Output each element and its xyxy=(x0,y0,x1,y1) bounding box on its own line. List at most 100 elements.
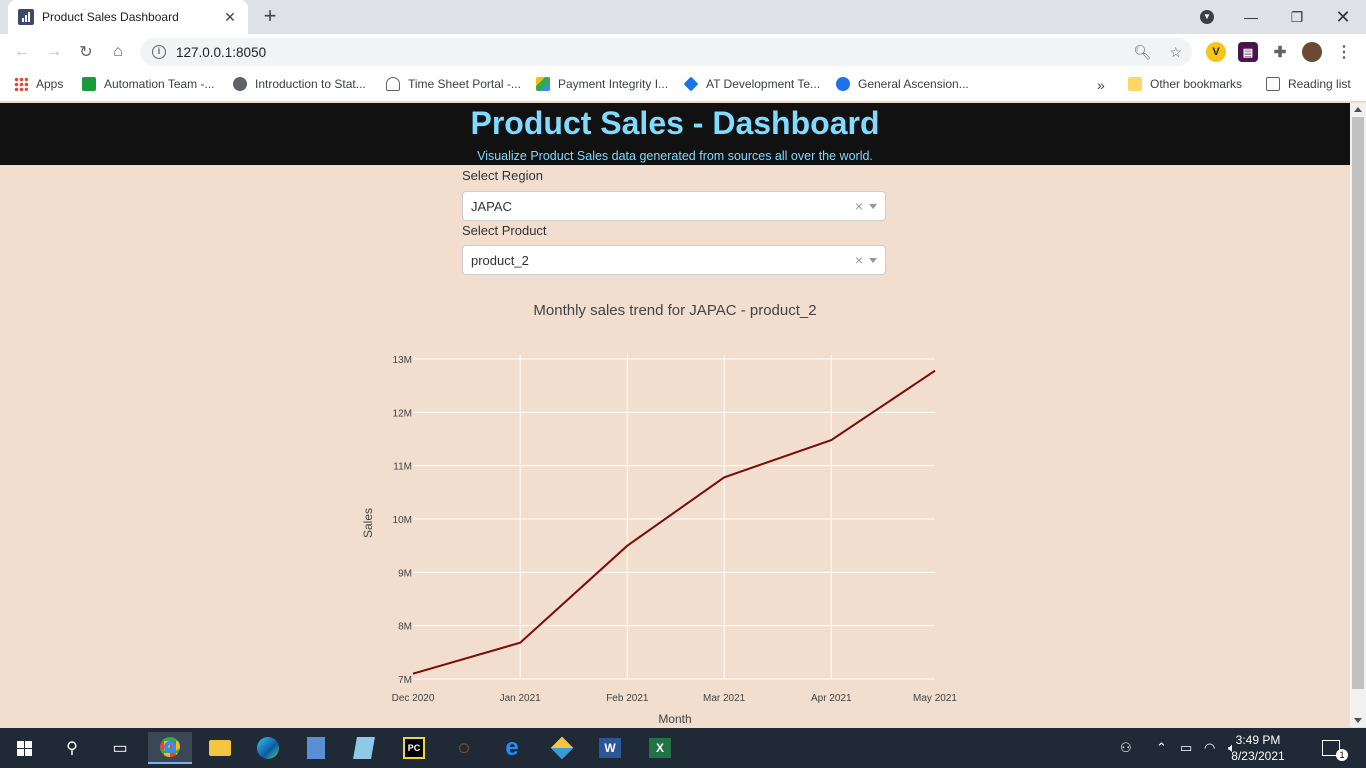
x-tick-label: Apr 2021 xyxy=(811,693,852,704)
pdf-app-icon[interactable] xyxy=(300,732,332,764)
back-icon[interactable]: ← xyxy=(10,40,34,64)
new-tab-button[interactable]: + xyxy=(258,4,282,28)
dashboard-header: Product Sales - Dashboard Visualize Prod… xyxy=(0,103,1350,165)
task-view-icon[interactable]: ▭ xyxy=(104,732,136,764)
y-axis-label: Sales xyxy=(361,508,375,538)
zoom-icon[interactable]: 🔍︎ xyxy=(1134,44,1152,61)
region-dropdown[interactable]: JAPAC × xyxy=(462,191,886,221)
close-window-button[interactable]: ✕ xyxy=(1320,0,1366,34)
page-title: Product Sales - Dashboard xyxy=(470,105,880,141)
x-axis-label: Month xyxy=(658,712,691,726)
scrollbar-thumb[interactable] xyxy=(1352,117,1364,689)
extensions-puzzle-icon[interactable]: ✚ xyxy=(1270,42,1290,62)
drive-icon xyxy=(536,77,550,91)
bookmarks-overflow-icon[interactable]: » xyxy=(1097,77,1105,93)
internet-explorer-icon[interactable]: e xyxy=(496,732,528,764)
bookmark-apps[interactable]: Apps xyxy=(14,77,63,91)
apps-grid-icon xyxy=(14,77,28,91)
edge-icon[interactable] xyxy=(252,732,284,764)
y-tick-label: 9M xyxy=(398,568,412,579)
windows-taskbar: ⚲ ▭ PC ◌ e W X ⚇ ⌃ ▭ ◠ 🔈︎ 3:49 PM 8/23/2… xyxy=(0,728,1366,768)
search-icon[interactable]: ⚲ xyxy=(56,732,88,764)
menu-dots-icon[interactable]: ⋮ xyxy=(1334,42,1354,62)
clock-date: 8/23/2021 xyxy=(1231,749,1285,763)
y-tick-label: 8M xyxy=(398,622,412,633)
reading-list-icon xyxy=(1266,77,1280,91)
home-icon[interactable]: ⌂ xyxy=(106,40,130,64)
address-bar[interactable]: i 127.0.0.1:8050 🔍︎ ☆ xyxy=(140,38,1192,66)
series-line xyxy=(412,369,936,675)
bookmark-intro-stats[interactable]: Introduction to Stat... xyxy=(233,77,366,91)
globe-icon xyxy=(233,77,247,91)
region-chevron-down-icon[interactable] xyxy=(869,204,877,209)
tab-strip: Product Sales Dashboard ✕ + ▼ — ❐ ✕ xyxy=(0,0,1366,34)
windows-start-icon[interactable] xyxy=(8,732,40,764)
minimize-button[interactable]: — xyxy=(1228,0,1274,34)
reload-icon[interactable]: ↻ xyxy=(74,40,98,64)
dashboard-favicon-icon xyxy=(18,9,34,25)
other-bookmarks[interactable]: Other bookmarks xyxy=(1128,77,1242,91)
scroll-up-icon[interactable] xyxy=(1354,107,1362,112)
tab-search-icon[interactable]: ▼ xyxy=(1184,0,1230,34)
page-scrollbar[interactable] xyxy=(1350,103,1366,727)
bookmark-at-development[interactable]: AT Development Te... xyxy=(683,76,820,92)
y-tick-label: 10M xyxy=(393,515,412,526)
word-icon[interactable]: W xyxy=(594,732,626,764)
file-explorer-icon[interactable] xyxy=(204,732,236,764)
x-tick-label: Jan 2021 xyxy=(500,693,542,704)
y-tick-label: 12M xyxy=(393,408,412,419)
profile-avatar[interactable] xyxy=(1302,42,1322,62)
extension-v-icon[interactable]: V xyxy=(1206,42,1226,62)
chart-title: Monthly sales trend for JAPAC - product_… xyxy=(533,302,816,319)
x-tick-label: Dec 2020 xyxy=(392,693,435,704)
product-label: Select Product xyxy=(462,223,547,238)
wifi-icon[interactable]: ◠ xyxy=(1204,728,1215,768)
product-dropdown[interactable]: product_2 × xyxy=(462,245,886,275)
reading-list[interactable]: Reading list xyxy=(1266,77,1351,91)
restore-button[interactable]: ❐ xyxy=(1274,0,1320,34)
x-tick-label: Mar 2021 xyxy=(703,693,746,704)
forward-icon[interactable]: → xyxy=(42,40,66,64)
excel-icon[interactable]: X xyxy=(644,732,676,764)
tab-title: Product Sales Dashboard xyxy=(42,10,179,24)
bookmarks-bar: Apps Automation Team -... Introduction t… xyxy=(0,70,1366,102)
page-content: Product Sales - Dashboard Visualize Prod… xyxy=(0,103,1350,727)
jupyter-icon[interactable]: ◌ xyxy=(448,732,480,764)
y-tick-label: 7M xyxy=(398,675,412,686)
notepad-icon[interactable] xyxy=(348,732,380,764)
c-logo-icon xyxy=(836,77,850,91)
jira-icon xyxy=(683,76,699,92)
y-tick-label: 11M xyxy=(393,462,412,473)
system-clock[interactable]: 3:49 PM 8/23/2021 xyxy=(1222,732,1294,764)
x-tick-label: May 2021 xyxy=(913,693,957,704)
clear-region-icon[interactable]: × xyxy=(855,198,863,214)
site-info-icon[interactable]: i xyxy=(152,45,166,59)
browser-tab[interactable]: Product Sales Dashboard ✕ xyxy=(8,0,248,34)
product-value: product_2 xyxy=(471,252,529,268)
bookmark-time-sheet[interactable]: Time Sheet Portal -... xyxy=(386,77,521,91)
clock-time: 3:49 PM xyxy=(1235,733,1281,747)
chat-icon xyxy=(82,77,96,91)
region-value: JAPAC xyxy=(471,198,512,214)
git-tools-icon[interactable] xyxy=(546,732,578,764)
product-chevron-down-icon[interactable] xyxy=(869,258,877,263)
x-tick-label: Feb 2021 xyxy=(606,693,649,704)
battery-icon[interactable]: ▭ xyxy=(1180,728,1192,768)
bookmark-star-icon[interactable]: ☆ xyxy=(1169,44,1182,61)
bookmark-general-ascension[interactable]: General Ascension... xyxy=(836,77,969,91)
show-hidden-icons-chevron[interactable]: ⌃ xyxy=(1156,728,1167,768)
notifications-icon[interactable]: 1 xyxy=(1322,728,1348,768)
y-tick-label: 13M xyxy=(393,355,412,366)
clear-product-icon[interactable]: × xyxy=(855,252,863,268)
close-tab-icon[interactable]: ✕ xyxy=(222,9,238,26)
bookmark-automation-team[interactable]: Automation Team -... xyxy=(82,77,215,91)
scroll-down-icon[interactable] xyxy=(1354,718,1362,723)
bookmark-payment-integrity[interactable]: Payment Integrity I... xyxy=(536,77,668,91)
chrome-taskbar-icon[interactable] xyxy=(148,732,192,764)
pycharm-icon[interactable]: PC xyxy=(398,732,430,764)
person-icon xyxy=(386,77,400,91)
region-label: Select Region xyxy=(462,168,543,183)
page-subtitle: Visualize Product Sales data generated f… xyxy=(477,149,873,163)
people-icon[interactable]: ⚇ xyxy=(1120,728,1132,768)
extension-note-icon[interactable]: ▤ xyxy=(1238,42,1258,62)
